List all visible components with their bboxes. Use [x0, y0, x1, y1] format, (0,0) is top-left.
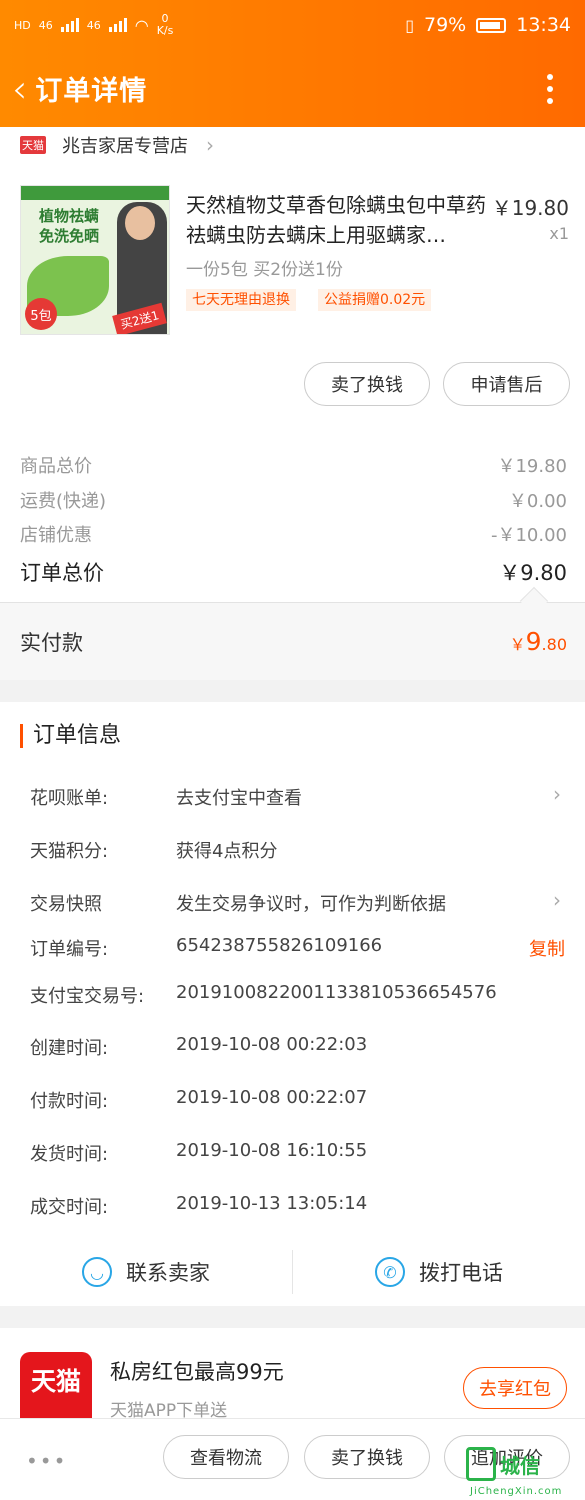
discount-label: 店铺优惠 — [20, 525, 92, 546]
shipping-value: ￥0.00 — [508, 491, 567, 512]
battery-percent: 79% — [424, 14, 467, 36]
signal-icon-2 — [108, 18, 127, 32]
product-quantity: x1 — [549, 224, 569, 243]
more-actions-icon[interactable]: ••• — [26, 1449, 67, 1473]
points-value: 获得4点积分 — [176, 841, 278, 862]
created-time-value: 2019-10-08 00:22:03 — [176, 1034, 368, 1055]
product-image-pack-badge: 5包 — [25, 298, 57, 330]
network-type-1: 46 — [38, 18, 53, 32]
paid-amount: ￥9.80 — [509, 627, 567, 656]
snapshot-label: 交易快照 — [30, 894, 102, 915]
product-image[interactable]: 植物祛螨 免洗免晒 5包 买2送1 — [20, 185, 170, 335]
battery-icon — [476, 17, 507, 33]
network-indicators: HD 46 46 ◠ 0 K/s — [14, 13, 173, 37]
watermark-text: 城信 — [500, 1453, 540, 1478]
watermark-subtext: JiChengXin.com — [470, 1486, 563, 1497]
alipay-tx-value: 2019100822001133810536654576 — [176, 982, 497, 1003]
system-indicators: ▯ 79% 13:34 — [405, 14, 571, 36]
promo-title: 私房红包最高99元 — [110, 1360, 284, 1384]
contact-row: ◡ 联系卖家 ✆ 拨打电话 — [0, 1240, 585, 1304]
status-bar: HD 46 46 ◠ 0 K/s ▯ 79% 13:34 — [0, 0, 585, 50]
discount-row: 店铺优惠 -￥10.00 — [20, 521, 567, 547]
paid-amount-row: 实付款 ￥9.80 — [0, 602, 585, 680]
product-price: ￥19.80 — [491, 196, 569, 220]
watermark-icon — [466, 1447, 496, 1481]
app-header: HD 46 46 ◠ 0 K/s ▯ 79% 13:34 ‹ 订单详情 — [0, 0, 585, 127]
product-image-face — [125, 206, 155, 240]
chevron-right-icon[interactable]: › — [553, 888, 561, 912]
goods-total-label: 商品总价 — [20, 456, 92, 477]
tmall-badge: 天猫 — [20, 135, 46, 154]
chevron-right-icon[interactable]: › — [553, 782, 561, 806]
clock: 13:34 — [516, 14, 571, 36]
page-title: 订单详情 — [35, 76, 148, 107]
created-time-label: 创建时间: — [30, 1038, 109, 1059]
watermark-logo: 城信 — [466, 1440, 582, 1488]
order-number-label: 订单编号: — [30, 939, 109, 960]
paid-time-label: 付款时间: — [30, 1091, 109, 1112]
sell-exchange-button[interactable]: 卖了换钱 — [304, 362, 430, 406]
huabei-value[interactable]: 去支付宝中查看 — [176, 784, 302, 810]
shipped-time-value: 2019-10-08 16:10:55 — [176, 1140, 368, 1161]
speed-indicator: 0 K/s — [156, 12, 174, 37]
product-title[interactable]: 天然植物艾草香包除螨虫包中草药祛螨虫防去螨床上用驱螨家… — [186, 190, 486, 250]
shipping-label: 运费(快递) — [20, 491, 107, 512]
call-phone-button[interactable]: ✆ 拨打电话 — [293, 1257, 585, 1287]
charity-tag: 公益捐赠0.02元 — [318, 289, 432, 311]
vibrate-icon: ▯ — [405, 15, 414, 35]
return-policy-tag: 七天无理由退换 — [186, 289, 296, 311]
points-label: 天猫积分: — [30, 841, 109, 862]
network-type-2: 46 — [86, 18, 101, 32]
contact-seller-label: 联系卖家 — [126, 1261, 210, 1285]
after-sale-button[interactable]: 申请售后 — [443, 362, 570, 406]
huabei-label: 花呗账单: — [30, 788, 109, 809]
contact-seller-button[interactable]: ◡ 联系卖家 — [0, 1257, 292, 1287]
hd-label: HD — [14, 18, 31, 32]
store-name: 兆吉家居专营店 — [62, 135, 188, 157]
chat-icon: ◡ — [82, 1257, 112, 1287]
order-total-label: 订单总价 — [20, 561, 104, 585]
call-phone-label: 拨打电话 — [419, 1261, 503, 1285]
paid-time-value: 2019-10-08 00:22:07 — [176, 1087, 368, 1108]
alipay-tx-label: 支付宝交易号: — [30, 986, 145, 1007]
shipped-time-label: 发货时间: — [30, 1144, 109, 1165]
phone-icon: ✆ — [375, 1257, 405, 1287]
nav-bar: ‹ 订单详情 — [0, 50, 585, 127]
tmall-logo: 天猫 — [20, 1352, 92, 1418]
wifi-icon: ◠ — [134, 15, 149, 35]
order-info-title: 订单信息 — [20, 724, 121, 748]
order-total-row: 订单总价 ￥9.80 — [20, 557, 567, 587]
back-arrow-icon[interactable]: ‹ — [12, 70, 27, 108]
order-total-value: ￥9.80 — [499, 561, 567, 585]
product-image-headline: 植物祛螨 免洗免晒 — [38, 207, 99, 245]
goods-total-row: 商品总价 ￥19.80 — [20, 452, 567, 478]
goods-total-value: ￥19.80 — [497, 456, 567, 477]
order-number-value: 654238755826109166 — [176, 935, 383, 956]
signal-icon — [60, 18, 79, 32]
store-row[interactable]: 天猫 兆吉家居专营店 › — [0, 127, 585, 162]
paid-label: 实付款 — [20, 630, 83, 655]
shipping-row: 运费(快递) ￥0.00 — [20, 487, 567, 513]
completed-time-label: 成交时间: — [30, 1197, 109, 1218]
product-sku: 一份5包 买2份送1份 — [186, 260, 343, 280]
more-options-icon[interactable] — [545, 73, 555, 104]
view-logistics-button[interactable]: 查看物流 — [163, 1435, 289, 1479]
discount-value: -￥10.00 — [490, 525, 567, 546]
chevron-right-icon: › — [206, 132, 214, 157]
claim-redpacket-button[interactable]: 去享红包 — [463, 1367, 567, 1409]
product-image-top-stripe — [21, 186, 169, 200]
completed-time-value: 2019-10-13 13:05:14 — [176, 1193, 368, 1214]
snapshot-value[interactable]: 发生交易争议时，可作为判断依据 — [176, 890, 446, 916]
bottom-sell-exchange-button[interactable]: 卖了换钱 — [304, 1435, 430, 1479]
copy-button[interactable]: 复制 — [529, 935, 565, 961]
